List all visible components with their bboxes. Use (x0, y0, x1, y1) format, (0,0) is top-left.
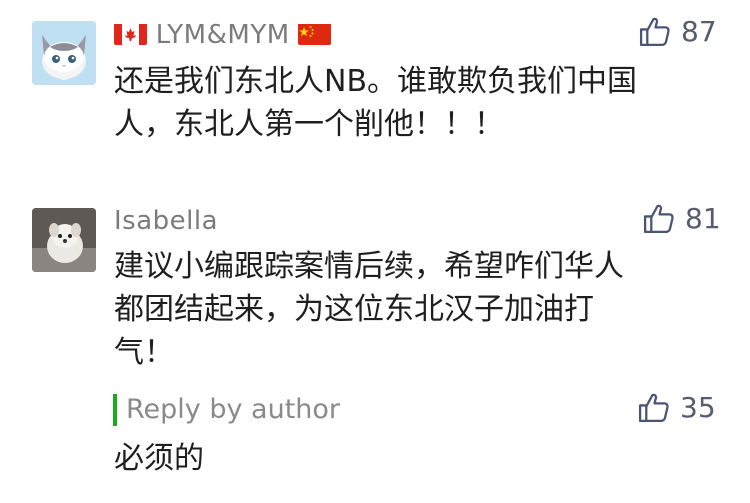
avatar[interactable] (32, 208, 96, 272)
canada-flag-icon (114, 23, 147, 45)
thumbs-up-icon (643, 204, 674, 234)
author-reply-text: 必须的 (114, 441, 204, 476)
thumbs-up-icon (639, 17, 670, 47)
reply-like-count: 35 (680, 391, 716, 424)
commenter-name[interactable]: Isabella (114, 206, 218, 236)
comment-text-line: 还是我们东北人NB。谁敢欺负我们中国 (114, 64, 638, 99)
dog-avatar-icon (32, 208, 96, 272)
like-count: 87 (681, 15, 717, 48)
comment-text-line: 建议小编跟踪案情后续，希望咋们华人 (114, 249, 624, 284)
comment-text: 建议小编跟踪案情后续，希望咋们华人 都团结起来，为这位东北汉子加油打 气！ (114, 245, 724, 374)
comment-text: 还是我们东北人NB。谁敢欺负我们中国 人，东北人第一个削他！！！ (114, 60, 724, 146)
comment-text-line: 气！ (114, 335, 174, 370)
china-flag-icon (298, 23, 332, 45)
avatar[interactable] (32, 21, 96, 85)
thumbs-up-icon (638, 393, 669, 423)
commenter-name[interactable]: LYM&MYM (156, 20, 290, 50)
like-count: 81 (685, 202, 721, 235)
reply-like-button[interactable]: 35 (637, 391, 716, 424)
comment-text-line: 都团结起来，为这位东北汉子加油打 (114, 292, 594, 327)
cat-avatar-icon (32, 21, 96, 85)
comment-text-line: 人，东北人第一个削他！！！ (114, 107, 504, 142)
like-button[interactable]: 87 (638, 15, 717, 48)
commenter-name-row: LYM&MYM (114, 20, 332, 50)
like-button[interactable]: 81 (642, 202, 721, 235)
author-reply-label: Reply by author (113, 394, 340, 426)
